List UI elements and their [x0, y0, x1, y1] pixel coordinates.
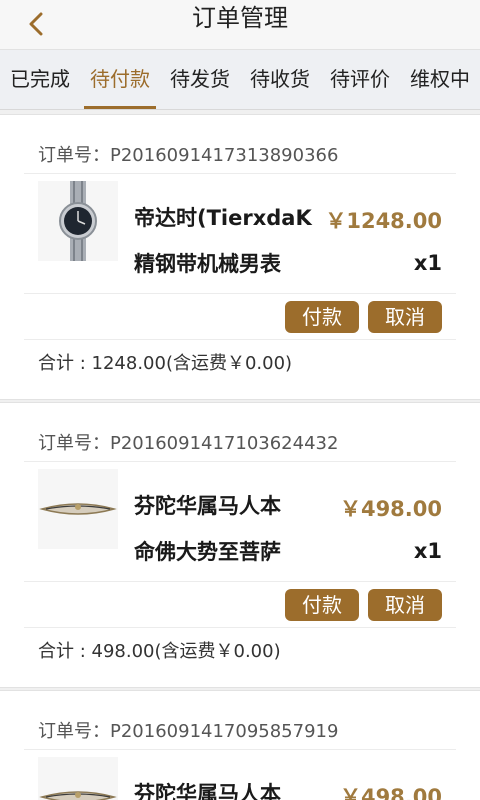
tab-completed[interactable]: 已完成 [0, 50, 80, 109]
top-bar: 订单管理 [0, 0, 480, 50]
watch-image [59, 181, 97, 261]
tab-pending-receipt[interactable]: 待收货 [240, 50, 320, 109]
order-card: 订单号：P2016091417095857919 芬陀华属马人本 ￥498.00 [0, 690, 480, 800]
product-image-watch[interactable] [38, 181, 118, 261]
divider [24, 461, 456, 462]
cancel-button[interactable]: 取消 [368, 301, 442, 333]
order-card: 订单号：P2016091417313890366 帝达时(TierxdaK ￥1… [0, 114, 480, 400]
order-number: 订单号：P2016091417095857919 [38, 721, 339, 742]
divider [24, 339, 456, 340]
order-total: 合计 : 498.00(含运费￥0.00) [38, 641, 281, 662]
product-price: ￥498.00 [339, 785, 442, 800]
order-number: 订单号：P2016091417103624432 [38, 433, 339, 454]
divider [24, 581, 456, 582]
product-name[interactable]: 芬陀华属马人本 [134, 491, 281, 521]
order-total: 合计 : 1248.00(含运费￥0.00) [38, 353, 293, 374]
divider [24, 749, 456, 750]
divider [24, 627, 456, 628]
divider [24, 173, 456, 174]
pay-button[interactable]: 付款 [285, 301, 359, 333]
divider [24, 293, 456, 294]
product-price: ￥498.00 [339, 497, 442, 521]
order-number: 订单号：P2016091417313890366 [38, 145, 339, 166]
pay-button[interactable]: 付款 [285, 589, 359, 621]
product-price: ￥1248.00 [325, 209, 442, 233]
product-name-line2[interactable]: 精钢带机械男表 [134, 249, 281, 279]
product-quantity: x1 [413, 251, 442, 275]
product-image-bracelet[interactable] [38, 757, 118, 800]
product-name[interactable]: 芬陀华属马人本 [134, 779, 281, 800]
tab-pending-payment[interactable]: 待付款 [80, 50, 160, 109]
product-image-bracelet[interactable] [38, 469, 118, 549]
cancel-button[interactable]: 取消 [368, 589, 442, 621]
order-status-tabs: 已完成 待付款 待发货 待收货 待评价 维权中 [0, 50, 480, 110]
product-name[interactable]: 帝达时(TierxdaK [134, 203, 312, 233]
tab-pending-review[interactable]: 待评价 [320, 50, 400, 109]
order-card: 订单号：P2016091417103624432 芬陀华属马人本 ￥498.00… [0, 402, 480, 688]
page-title: 订单管理 [192, 4, 288, 32]
tab-after-sales[interactable]: 维权中 [400, 50, 480, 109]
product-name-line2[interactable]: 命佛大势至菩萨 [134, 537, 281, 567]
tab-pending-shipment[interactable]: 待发货 [160, 50, 240, 109]
bracelet-image [39, 503, 117, 515]
product-quantity: x1 [413, 539, 442, 563]
bracelet-image [39, 791, 117, 800]
